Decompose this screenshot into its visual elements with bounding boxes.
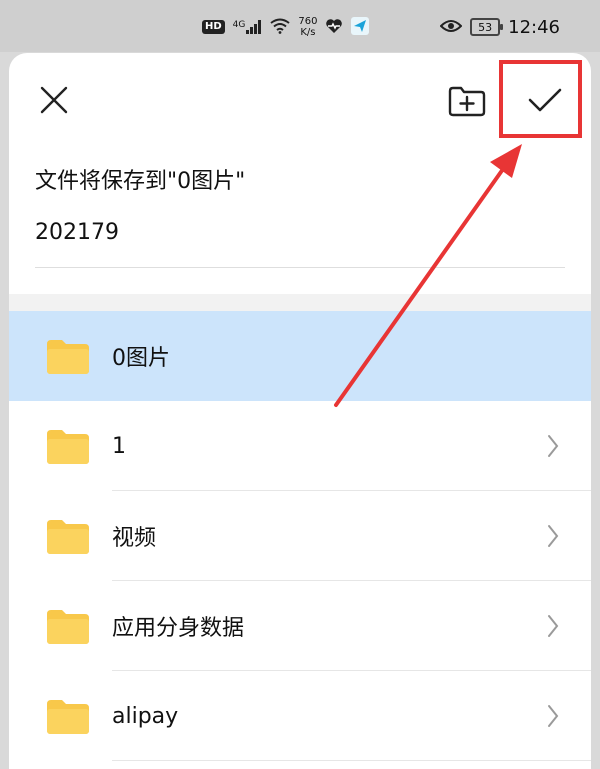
chevron-right-icon	[548, 525, 559, 547]
section-divider	[9, 294, 591, 311]
speed-unit: K/s	[300, 27, 316, 38]
folder-row-视频[interactable]: 视频	[9, 491, 591, 581]
status-bar-right: 53 12:46	[439, 14, 560, 40]
save-location-text: 文件将保存到"0图片"	[35, 169, 246, 194]
battery-level: 53	[478, 20, 493, 34]
chevron-right-icon	[548, 615, 559, 637]
clock: 12:46	[508, 16, 560, 38]
filename-input[interactable]: 202179	[35, 220, 565, 268]
folder-name: 视频	[112, 526, 157, 551]
network-type: 4G	[232, 20, 246, 30]
status-bar: HD 4G 760 K/s 53 12:46	[0, 0, 600, 52]
chevron-right-icon	[548, 705, 559, 727]
heart-rate-icon	[325, 18, 343, 37]
folder-name: 应用分身数据	[112, 616, 245, 641]
folder-list: 0图片 1 视频 应用分身数据 alipay	[9, 311, 591, 761]
save-dialog: 文件将保存到"0图片" 202179 0图片 1 视频 应用分身数据 alipa…	[9, 53, 591, 769]
chevron-right-icon	[548, 435, 559, 457]
new-folder-icon	[448, 86, 486, 117]
folder-row-alipay[interactable]: alipay	[9, 671, 591, 761]
folder-row-1[interactable]: 1	[9, 401, 591, 491]
close-icon	[40, 86, 68, 114]
send-app-icon	[351, 16, 370, 38]
folder-name: 1	[112, 433, 126, 459]
hd-badge: HD	[202, 20, 225, 34]
folder-icon	[47, 340, 89, 374]
new-folder-button[interactable]	[446, 81, 488, 121]
folder-icon	[47, 430, 89, 464]
network-speed: 760 K/s	[298, 16, 317, 38]
folder-icon	[47, 700, 89, 734]
battery-icon: 53	[470, 18, 504, 36]
status-bar-left: HD 4G 760 K/s	[202, 14, 370, 40]
folder-name: alipay	[112, 703, 179, 729]
wifi-icon	[270, 18, 290, 37]
row-divider	[112, 760, 591, 761]
folder-name: 0图片	[112, 346, 170, 371]
folder-row-应用分身数据[interactable]: 应用分身数据	[9, 581, 591, 671]
close-button[interactable]	[33, 79, 75, 121]
eye-icon	[439, 17, 463, 38]
confirm-highlight-box	[499, 60, 582, 138]
speed-value: 760	[298, 16, 318, 27]
signal-icon: 4G	[233, 20, 263, 34]
folder-icon	[47, 610, 89, 644]
folder-row-0图片[interactable]: 0图片	[9, 311, 591, 401]
folder-icon	[47, 520, 89, 554]
